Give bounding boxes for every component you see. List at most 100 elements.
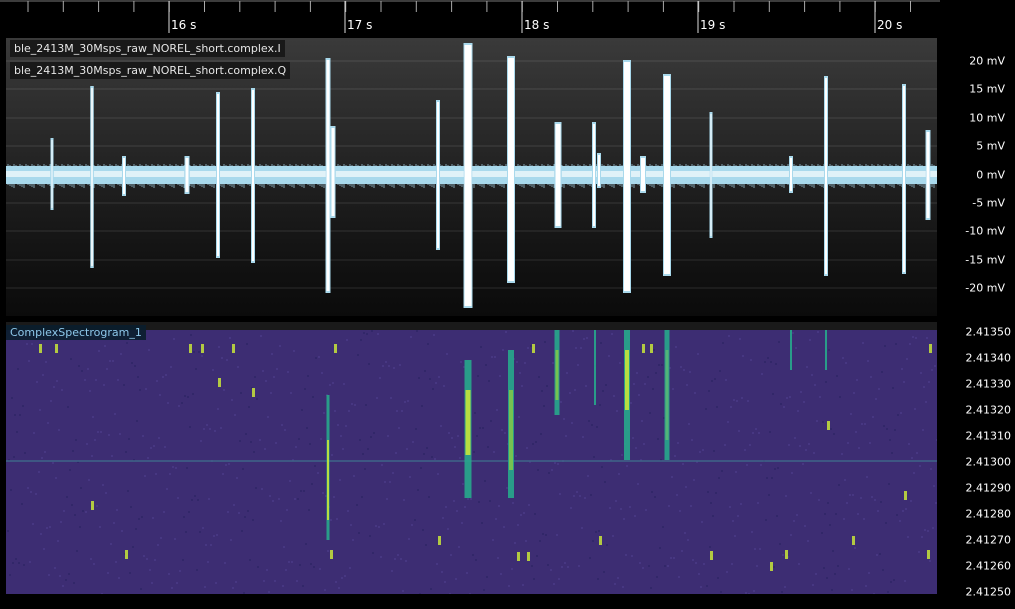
noise-speckle bbox=[647, 376, 649, 378]
signal-burst bbox=[790, 330, 792, 370]
noise-speckle bbox=[524, 362, 526, 364]
signal-dot bbox=[39, 344, 42, 353]
noise-speckle bbox=[23, 564, 25, 566]
noise-speckle bbox=[300, 490, 302, 492]
noise-speckle bbox=[307, 375, 309, 377]
noise-speckle bbox=[231, 399, 233, 401]
noise-speckle bbox=[162, 376, 164, 378]
waveform-plot[interactable]: ble_2413M_30Msps_raw_NOREL_short.complex… bbox=[6, 38, 937, 316]
noise-speckle bbox=[699, 451, 701, 453]
noise-speckle bbox=[868, 572, 870, 574]
noise-speckle bbox=[35, 493, 37, 495]
burst-pulse bbox=[903, 86, 905, 272]
noise-speckle bbox=[185, 531, 187, 533]
burst-pulse bbox=[593, 124, 595, 226]
noise-speckle bbox=[491, 356, 493, 358]
noise-speckle bbox=[19, 414, 21, 416]
noise-speckle bbox=[715, 492, 717, 494]
noise-speckle bbox=[22, 405, 24, 407]
noise-speckle bbox=[759, 548, 761, 550]
noise-speckle bbox=[97, 431, 99, 433]
noise-speckle bbox=[565, 435, 567, 437]
noise-speckle bbox=[132, 546, 134, 548]
noise-speckle bbox=[401, 410, 403, 412]
noise-speckle bbox=[367, 448, 369, 450]
noise-speckle bbox=[375, 525, 377, 527]
noise-speckle bbox=[475, 559, 477, 561]
noise-speckle bbox=[87, 368, 89, 370]
trace-label-i[interactable]: ble_2413M_30Msps_raw_NOREL_short.complex… bbox=[10, 40, 285, 57]
noise-speckle bbox=[770, 361, 772, 363]
noise-speckle bbox=[733, 399, 735, 401]
noise-speckle bbox=[810, 492, 812, 494]
noise-speckle bbox=[724, 444, 726, 446]
noise-speckle bbox=[255, 487, 257, 489]
noise-speckle bbox=[137, 376, 139, 378]
noise-speckle bbox=[313, 566, 315, 568]
noise-speckle bbox=[378, 526, 380, 528]
noise-speckle bbox=[289, 480, 291, 482]
noise-speckle bbox=[356, 504, 358, 506]
noise-speckle bbox=[330, 519, 332, 521]
noise-speckle bbox=[798, 563, 800, 565]
noise-speckle bbox=[200, 440, 202, 442]
trace-label-q[interactable]: ble_2413M_30Msps_raw_NOREL_short.complex… bbox=[10, 62, 291, 79]
noise-speckle bbox=[735, 471, 737, 473]
noise-speckle bbox=[710, 502, 712, 504]
noise-speckle bbox=[870, 376, 872, 378]
spectrogram-plot[interactable] bbox=[6, 330, 937, 594]
noise-speckle bbox=[71, 504, 73, 506]
noise-speckle bbox=[934, 365, 936, 367]
noise-speckle bbox=[368, 363, 370, 365]
noise-speckle bbox=[920, 372, 922, 374]
noise-speckle bbox=[925, 401, 927, 403]
noise-speckle bbox=[912, 336, 914, 338]
noise-speckle bbox=[703, 563, 705, 565]
noise-speckle bbox=[501, 429, 503, 431]
burst-pulse bbox=[641, 158, 645, 191]
noise-speckle bbox=[32, 523, 34, 525]
time-ruler[interactable]: 16 s 17 s 18 s 19 s 20 s bbox=[0, 0, 940, 36]
noise-speckle bbox=[472, 554, 474, 556]
signal-dot bbox=[599, 536, 602, 545]
signal-burst bbox=[327, 440, 329, 520]
noise-speckle bbox=[235, 581, 237, 583]
noise-speckle bbox=[408, 538, 410, 540]
noise-speckle bbox=[683, 369, 685, 371]
frequency-tick-label: 2.41320 bbox=[965, 403, 1012, 417]
noise-speckle bbox=[44, 451, 46, 453]
noise-speckle bbox=[227, 511, 229, 513]
noise-speckle bbox=[54, 567, 56, 569]
noise-speckle bbox=[397, 554, 399, 556]
noise-speckle bbox=[240, 392, 242, 394]
noise-speckle bbox=[834, 573, 836, 575]
noise-speckle bbox=[725, 379, 727, 381]
noise-speckle bbox=[480, 346, 482, 348]
noise-speckle bbox=[238, 512, 240, 514]
noise-speckle bbox=[734, 535, 736, 537]
noise-speckle bbox=[872, 416, 874, 418]
signal-dot bbox=[785, 550, 788, 559]
noise-speckle bbox=[91, 455, 93, 457]
noise-speckle bbox=[719, 370, 721, 372]
noise-speckle bbox=[505, 331, 507, 333]
noise-speckle bbox=[773, 566, 775, 568]
noise-speckle bbox=[649, 412, 651, 414]
noise-speckle bbox=[131, 362, 133, 364]
noise-speckle bbox=[716, 406, 718, 408]
noise-speckle bbox=[223, 389, 225, 391]
noise-speckle bbox=[697, 353, 699, 355]
signal-dot bbox=[189, 344, 192, 353]
noise-speckle bbox=[443, 385, 445, 387]
noise-speckle bbox=[674, 455, 676, 457]
frequency-tick-label: 2.41250 bbox=[965, 585, 1012, 599]
noise-speckle bbox=[144, 475, 146, 477]
noise-speckle bbox=[164, 446, 166, 448]
burst-pulse bbox=[123, 158, 125, 194]
voltage-axis: 20 mV 15 mV 10 mV 5 mV 0 mV -5 mV -10 mV… bbox=[937, 38, 1015, 316]
noise-speckle bbox=[563, 418, 565, 420]
spectrogram-label[interactable]: ComplexSpectrogram_1 bbox=[6, 325, 146, 340]
noise-speckle bbox=[767, 357, 769, 359]
noise-speckle bbox=[115, 561, 117, 563]
noise-speckle bbox=[113, 522, 115, 524]
